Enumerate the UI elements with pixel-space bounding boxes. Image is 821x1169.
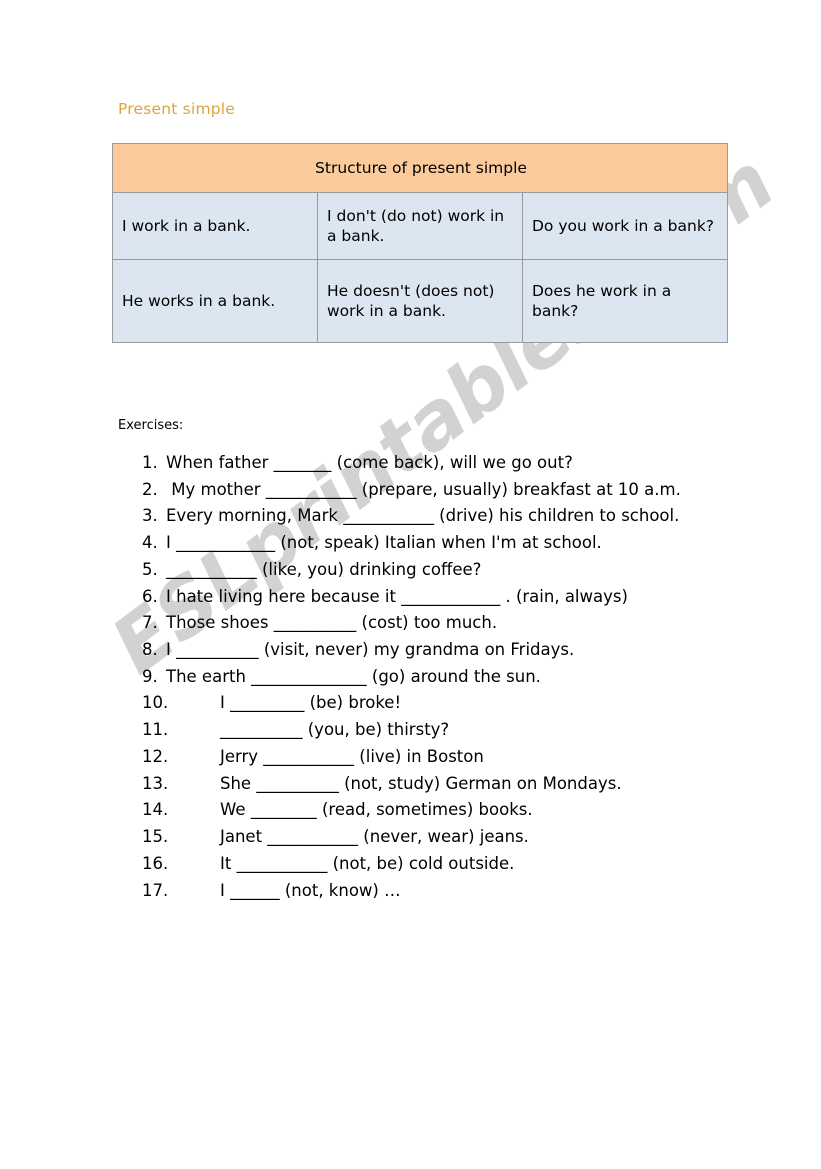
exercise-item: 4. I ____________ (not, speak) Italian wh… [142, 530, 712, 557]
exercise-item: 8. I __________ (visit, never) my grandma… [142, 637, 712, 664]
exercise-item: 7. Those shoes __________ (cost) too much… [142, 610, 712, 637]
exercise-item: 6. I hate living here because it ________… [142, 584, 712, 611]
exercise-text: I hate living here because it __________… [166, 586, 628, 606]
exercise-text: She __________ (not, study) German on Mo… [220, 773, 622, 793]
exercise-text: When father _______ (come back), will we… [166, 453, 573, 472]
exercise-item: 13. She __________ (not, study) German on… [142, 771, 712, 798]
exercise-item: 10. I _________ (be) broke! [142, 690, 712, 717]
exercise-text: I _________ (be) broke! [220, 693, 402, 713]
exercise-text: __________ (you, be) thirsty? [220, 720, 450, 740]
exercise-list: 1. When father _______ (come back), will … [142, 450, 712, 904]
exercise-number: 12. [142, 746, 169, 766]
worksheet-page: Present simple Structure of present simp… [0, 0, 821, 1169]
exercise-item: 11. __________ (you, be) thirsty? [142, 717, 712, 744]
table-header-row: Structure of present simple [112, 143, 728, 193]
exercise-number: 14. [142, 800, 169, 820]
exercise-item: 1. When father _______ (come back), will … [142, 450, 712, 477]
exercise-number: 1. [142, 453, 158, 472]
exercise-text: We ________ (read, sometimes) books. [220, 800, 533, 820]
exercise-number: 13. [142, 773, 169, 793]
exercise-item: 15. Janet ___________ (never, wear) jeans… [142, 824, 712, 851]
cell-affirmative-i: I work in a bank. [112, 192, 318, 260]
exercise-item: 9. The earth ______________ (go) around t… [142, 664, 712, 691]
exercise-number: 4. [142, 533, 158, 553]
exercise-item: 17. I ______ (not, know) … [142, 878, 712, 905]
exercise-text: My mother ___________ (prepare, usually)… [166, 479, 681, 499]
exercise-text: I ____________ (not, speak) Italian when… [166, 533, 602, 553]
exercise-item: 16. It ___________ (not, be) cold outside… [142, 851, 712, 878]
exercise-text: The earth ______________ (go) around the… [166, 666, 541, 686]
cell-question-i: Do you work in a bank? [522, 192, 728, 260]
cell-negative-he: He doesn't (does not) work in a bank. [317, 259, 523, 343]
exercise-text: It ___________ (not, be) cold outside. [220, 853, 515, 873]
cell-question-he: Does he work in a bank? [522, 259, 728, 343]
exercise-number: 11. [142, 720, 169, 740]
exercises-label: Exercises: [118, 418, 184, 433]
exercise-item: 12. Jerry ___________ (live) in Boston [142, 744, 712, 771]
exercise-text: Jerry ___________ (live) in Boston [220, 746, 484, 766]
exercise-number: 17. [142, 880, 169, 900]
exercise-text: I __________ (visit, never) my grandma o… [166, 640, 575, 660]
exercise-number: 16. [142, 853, 169, 873]
exercise-number: 9. [142, 666, 158, 686]
exercise-text: Every morning, Mark ___________ (drive) … [166, 506, 680, 526]
cell-affirmative-he: He works in a bank. [112, 259, 318, 343]
exercise-number: 2. [142, 479, 158, 499]
exercise-text: ___________ (like, you) drinking coffee? [166, 559, 482, 579]
exercise-number: 7. [142, 613, 158, 633]
exercise-number: 6. [142, 586, 158, 606]
table-row: He works in a bank. He doesn't (does not… [112, 259, 728, 343]
cell-negative-i: I don't (do not) work in a bank. [317, 192, 523, 260]
exercise-text: Janet ___________ (never, wear) jeans. [220, 827, 529, 847]
exercise-item: 5. ___________ (like, you) drinking coffe… [142, 557, 712, 584]
exercise-number: 3. [142, 506, 158, 526]
exercise-number: 5. [142, 559, 158, 579]
exercise-text: I ______ (not, know) … [220, 880, 401, 900]
table-header-cell: Structure of present simple [112, 143, 728, 193]
exercise-number: 8. [142, 640, 158, 660]
exercise-text: Those shoes __________ (cost) too much. [166, 613, 498, 633]
exercise-number: 15. [142, 827, 169, 847]
page-title: Present simple [118, 100, 236, 118]
table-row: I work in a bank. I don't (do not) work … [112, 192, 728, 260]
exercise-item: 14. We ________ (read, sometimes) books. [142, 797, 712, 824]
exercise-item: 3. Every morning, Mark ___________ (drive… [142, 503, 712, 530]
exercise-number: 10. [142, 693, 169, 713]
structure-of-present-simple-table: Structure of present simple I work in a … [112, 143, 728, 343]
exercise-item: 2. My mother ___________ (prepare, usual… [142, 477, 712, 504]
